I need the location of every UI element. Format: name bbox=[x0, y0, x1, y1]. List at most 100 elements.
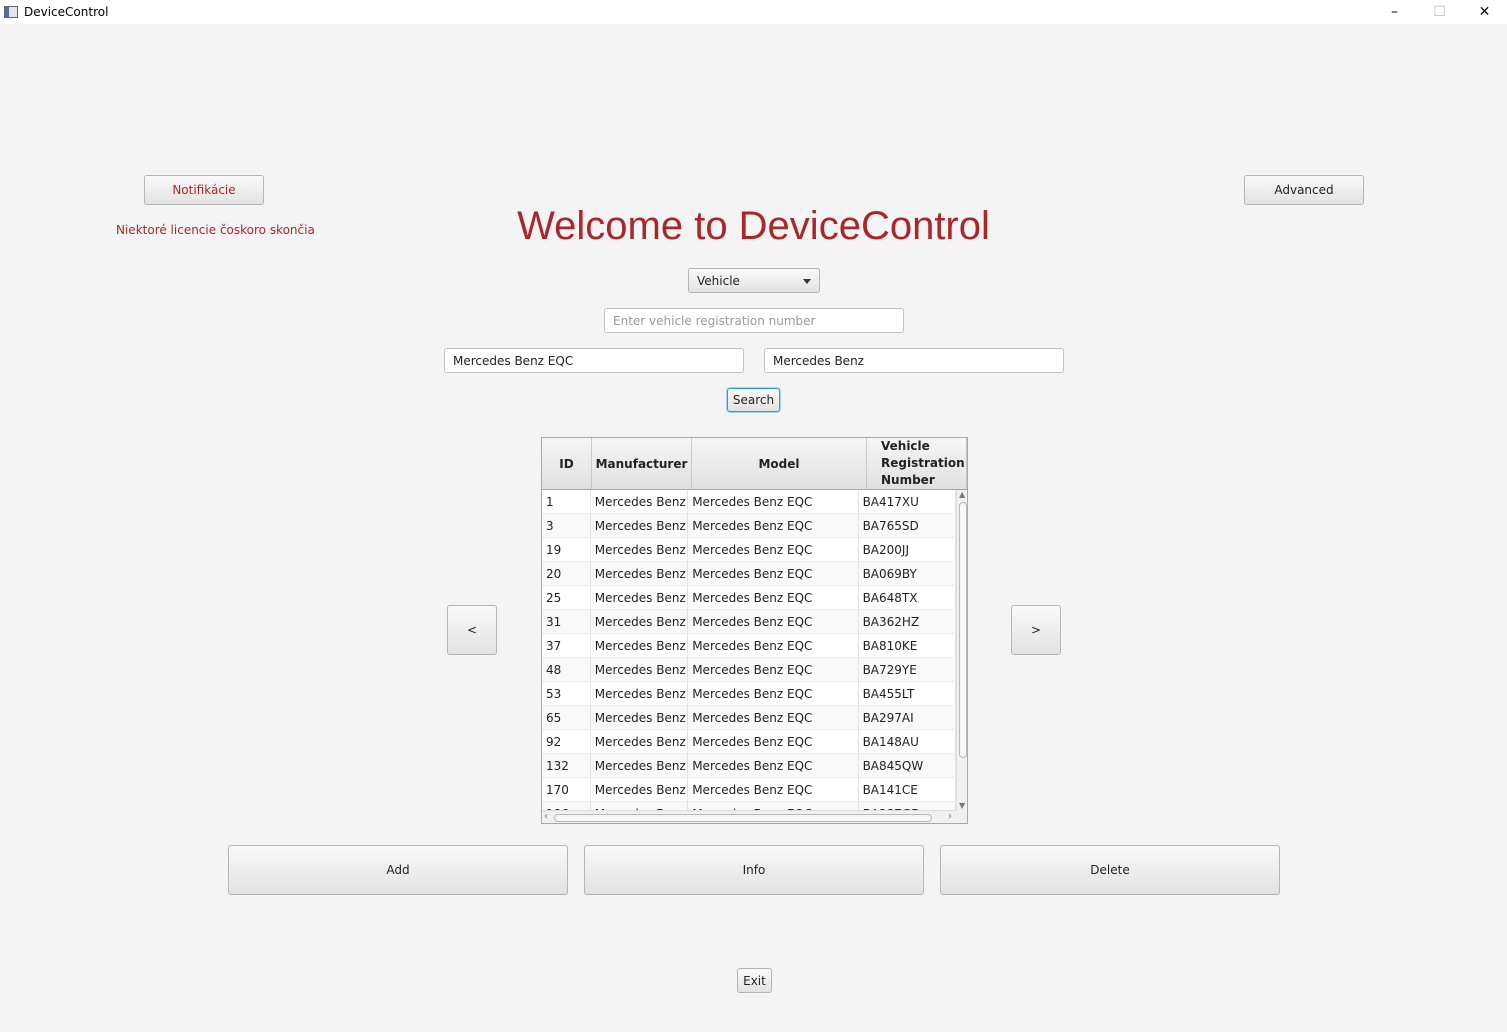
cell-manufacturer: Mercedes Benz bbox=[591, 610, 689, 633]
cell-manufacturer: Mercedes Benz bbox=[591, 658, 689, 681]
window-title: DeviceControl bbox=[24, 5, 109, 19]
cell-id: 31 bbox=[542, 610, 591, 633]
model-input[interactable] bbox=[444, 348, 744, 373]
cell-model: Mercedes Benz EQC bbox=[688, 514, 859, 537]
table-row[interactable]: 186Mercedes BenzMercedes Benz EQCBA287GB bbox=[542, 802, 956, 810]
scroll-up-icon[interactable]: ▲ bbox=[959, 490, 965, 499]
cell-id: 19 bbox=[542, 538, 591, 561]
page-title: Welcome to DeviceControl bbox=[517, 204, 990, 248]
search-button[interactable]: Search bbox=[727, 388, 780, 412]
category-select[interactable]: Vehicle bbox=[688, 268, 820, 293]
cell-manufacturer: Mercedes Benz bbox=[591, 538, 689, 561]
advanced-button[interactable]: Advanced bbox=[1244, 175, 1364, 205]
window-controls: – ☐ ✕ bbox=[1372, 0, 1507, 24]
horizontal-scrollbar[interactable]: ‹ › bbox=[542, 810, 956, 823]
cell-model: Mercedes Benz EQC bbox=[688, 778, 859, 801]
table-row[interactable]: 132 Mercedes Benz Mercedes Benz EQC BA845QW bbox=[542, 754, 956, 778]
cell-registration: BA455LT bbox=[859, 682, 956, 705]
category-select-value: Vehicle bbox=[697, 273, 740, 288]
cell-registration: BA362HZ bbox=[859, 610, 956, 633]
registration-number-input[interactable] bbox=[604, 308, 904, 333]
cell-registration: BA648TX bbox=[859, 586, 956, 609]
cell-manufacturer: Mercedes Benz bbox=[591, 514, 689, 537]
manufacturer-input[interactable] bbox=[764, 348, 1064, 373]
maximize-button[interactable]: ☐ bbox=[1417, 0, 1462, 24]
minimize-button[interactable]: – bbox=[1372, 0, 1417, 24]
table-header: ID Manufacturer Model Vehicle Registrati… bbox=[542, 438, 967, 490]
cell-model: Mercedes Benz EQC bbox=[688, 634, 859, 657]
vertical-scroll-thumb[interactable] bbox=[959, 502, 967, 758]
cell-model: Mercedes Benz EQC bbox=[688, 682, 859, 705]
cell-registration: BA845QW bbox=[859, 754, 956, 777]
cell-id: 48 bbox=[542, 658, 591, 681]
delete-button[interactable]: Delete bbox=[940, 845, 1280, 895]
next-page-button[interactable]: > bbox=[1011, 605, 1061, 655]
notifications-button[interactable]: Notifikácie bbox=[144, 175, 264, 205]
table-row[interactable]: 1 Mercedes Benz Mercedes Benz EQC BA417XU bbox=[542, 490, 956, 514]
cell-registration: BA287GB bbox=[859, 802, 956, 810]
cell-manufacturer: Mercedes Benz bbox=[591, 682, 689, 705]
table-row[interactable]: 37 Mercedes Benz Mercedes Benz EQC BA810KE bbox=[542, 634, 956, 658]
horizontal-scroll-thumb[interactable] bbox=[554, 814, 932, 822]
cell-id: 186 bbox=[542, 802, 591, 810]
cell-registration: BA148AU bbox=[859, 730, 956, 753]
cell-model: Mercedes Benz EQC bbox=[688, 562, 859, 585]
table-row[interactable]: 65 Mercedes Benz Mercedes Benz EQC BA297AI bbox=[542, 706, 956, 730]
cell-model: Mercedes Benz EQC bbox=[688, 538, 859, 561]
cell-registration: BA141CE bbox=[859, 778, 956, 801]
column-header-model[interactable]: Model bbox=[692, 438, 867, 489]
cell-manufacturer: Mercedes Benz bbox=[591, 586, 689, 609]
cell-id: 170 bbox=[542, 778, 591, 801]
table-row[interactable]: 20 Mercedes Benz Mercedes Benz EQC BA069BY bbox=[542, 562, 956, 586]
cell-id: 20 bbox=[542, 562, 591, 585]
cell-model: Mercedes Benz EQC bbox=[688, 658, 859, 681]
cell-id: 132 bbox=[542, 754, 591, 777]
app-icon bbox=[4, 6, 18, 18]
cell-id: 65 bbox=[542, 706, 591, 729]
vehicle-table: ID Manufacturer Model Vehicle Registrati… bbox=[541, 437, 968, 824]
cell-registration: BA069BY bbox=[859, 562, 956, 585]
cell-registration: BA417XU bbox=[859, 490, 956, 513]
table-row[interactable]: 19 Mercedes Benz Mercedes Benz EQC BA200JJ bbox=[542, 538, 956, 562]
cell-model: Mercedes Benz EQC bbox=[688, 802, 859, 810]
scroll-right-icon[interactable]: › bbox=[948, 811, 952, 822]
cell-id: 53 bbox=[542, 682, 591, 705]
cell-id: 1 bbox=[542, 490, 591, 513]
previous-page-button[interactable]: < bbox=[447, 605, 497, 655]
add-button[interactable]: Add bbox=[228, 845, 568, 895]
cell-manufacturer: Mercedes Benz bbox=[591, 778, 689, 801]
cell-manufacturer: Mercedes Benz bbox=[591, 490, 689, 513]
column-header-registration-line: Vehicle bbox=[881, 439, 930, 453]
cell-id: 3 bbox=[542, 514, 591, 537]
info-button[interactable]: Info bbox=[584, 845, 924, 895]
cell-id: 37 bbox=[542, 634, 591, 657]
table-row[interactable]: 31 Mercedes Benz Mercedes Benz EQC BA362HZ bbox=[542, 610, 956, 634]
exit-button[interactable]: Exit bbox=[737, 968, 772, 993]
table-row[interactable]: 92 Mercedes Benz Mercedes Benz EQC BA148AU bbox=[542, 730, 956, 754]
cell-model: Mercedes Benz EQC bbox=[688, 610, 859, 633]
table-row[interactable]: 170 Mercedes Benz Mercedes Benz EQC BA141CE bbox=[542, 778, 956, 802]
cell-model: Mercedes Benz EQC bbox=[688, 754, 859, 777]
cell-registration: BA297AI bbox=[859, 706, 956, 729]
table-row[interactable]: 25 Mercedes Benz Mercedes Benz EQC BA648TX bbox=[542, 586, 956, 610]
chevron-down-icon bbox=[803, 279, 811, 284]
title-bar: DeviceControl – ☐ ✕ bbox=[0, 0, 1507, 24]
column-header-registration[interactable]: Vehicle Registration Number bbox=[867, 438, 967, 489]
table-row[interactable]: 53 Mercedes Benz Mercedes Benz EQC BA455LT bbox=[542, 682, 956, 706]
table-row[interactable]: 48 Mercedes Benz Mercedes Benz EQC BA729YE bbox=[542, 658, 956, 682]
scroll-down-icon[interactable]: ▼ bbox=[959, 801, 965, 810]
column-header-manufacturer[interactable]: Manufacturer bbox=[592, 438, 692, 489]
cell-manufacturer: Mercedes Benz bbox=[591, 754, 689, 777]
scroll-left-icon[interactable]: ‹ bbox=[544, 811, 548, 822]
vertical-scrollbar[interactable]: ▲ ▼ bbox=[956, 490, 967, 810]
column-header-registration-line: Registration bbox=[881, 456, 965, 470]
cell-manufacturer: Mercedes Benz bbox=[591, 562, 689, 585]
close-button[interactable]: ✕ bbox=[1462, 0, 1507, 24]
column-header-id[interactable]: ID bbox=[542, 438, 592, 489]
cell-model: Mercedes Benz EQC bbox=[688, 490, 859, 513]
table-row[interactable]: 3 Mercedes Benz Mercedes Benz EQC BA765SD bbox=[542, 514, 956, 538]
cell-model: Mercedes Benz EQC bbox=[688, 706, 859, 729]
cell-registration: BA810KE bbox=[859, 634, 956, 657]
cell-model: Mercedes Benz EQC bbox=[688, 586, 859, 609]
scroll-corner bbox=[956, 810, 967, 823]
